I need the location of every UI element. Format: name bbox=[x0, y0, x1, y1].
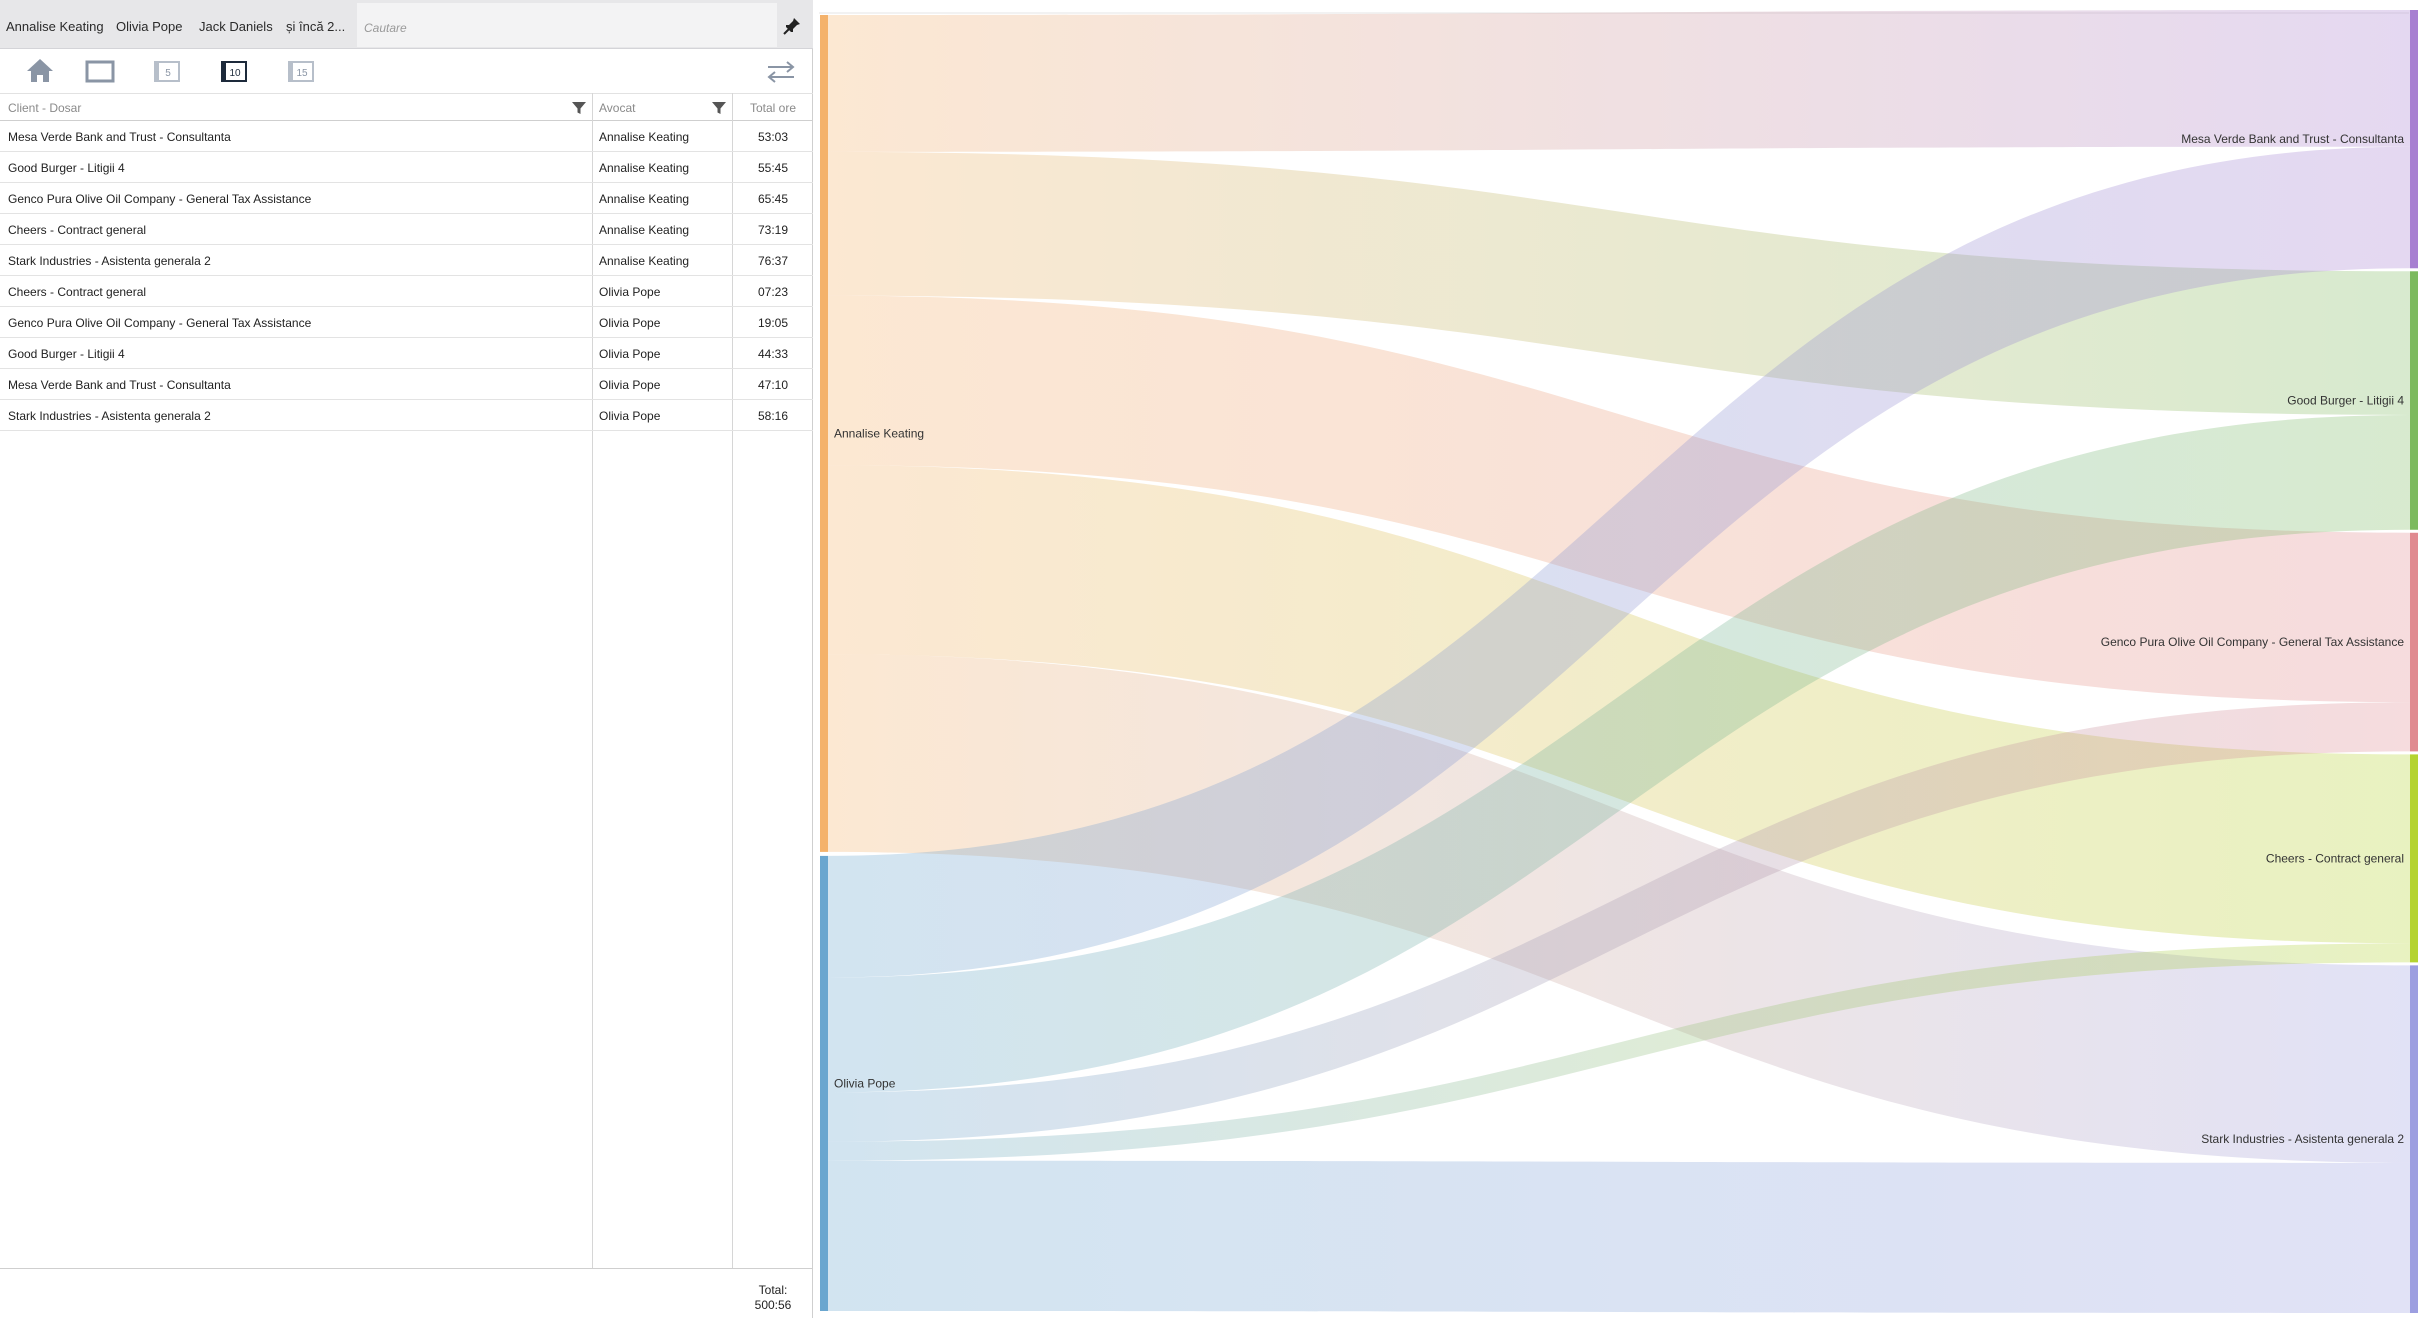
sankey-target-label: Mesa Verde Bank and Trust - Consultanta bbox=[2181, 132, 2404, 146]
total-value: 500:56 bbox=[754, 1298, 792, 1312]
grid-body: Mesa Verde Bank and Trust - Consultanta A… bbox=[0, 121, 813, 431]
table-row[interactable]: Cheers - Contract general Olivia Pope 07:2… bbox=[0, 276, 813, 307]
table-row[interactable]: Good Burger - Litigii 4 Annalise Keating 5… bbox=[0, 152, 813, 183]
cell-lawyer: Olivia Pope bbox=[599, 409, 661, 423]
sankey-target-label: Good Burger - Litigii 4 bbox=[2287, 394, 2404, 408]
table-row[interactable]: Good Burger - Litigii 4 Olivia Pope 44:33 bbox=[0, 338, 813, 369]
cell-hours: 76:37 bbox=[757, 254, 789, 268]
cell-client: Stark Industries - Asistenta generala 2 bbox=[8, 254, 211, 268]
cell-client: Mesa Verde Bank and Trust - Consultanta bbox=[8, 130, 231, 144]
top-5-icon[interactable]: 5 bbox=[150, 55, 184, 87]
sankey-source-node[interactable] bbox=[820, 855, 828, 1311]
cell-hours: 47:10 bbox=[757, 378, 789, 392]
swap-icon[interactable] bbox=[764, 55, 798, 87]
sankey-target-label: Cheers - Contract general bbox=[2266, 851, 2404, 865]
pin-icon[interactable] bbox=[780, 14, 804, 38]
filter-chip-olivia-pope[interactable]: Olivia Pope bbox=[116, 0, 182, 49]
cell-hours: 73:19 bbox=[757, 223, 789, 237]
column-header-lawyer[interactable]: Avocat bbox=[599, 94, 635, 121]
cell-lawyer: Olivia Pope bbox=[599, 347, 661, 361]
table-row[interactable]: Genco Pura Olive Oil Company - General T… bbox=[0, 183, 813, 214]
single-view-icon[interactable] bbox=[83, 55, 117, 87]
grid-footer: Total: 500:56 bbox=[0, 1268, 813, 1318]
cell-client: Stark Industries - Asistenta generala 2 bbox=[8, 409, 211, 423]
cell-client: Good Burger - Litigii 4 bbox=[8, 161, 125, 175]
sankey-source-label: Annalise Keating bbox=[834, 426, 924, 440]
toolbar: 5 10 15 bbox=[0, 49, 813, 94]
grid-header: Client - Dosar Avocat Total ore bbox=[0, 93, 813, 121]
table-row[interactable]: Stark Industries - Asistenta generala 2 O… bbox=[0, 400, 813, 431]
cell-lawyer: Olivia Pope bbox=[599, 378, 661, 392]
sankey-target-node[interactable] bbox=[2410, 965, 2418, 1313]
home-icon[interactable] bbox=[24, 55, 56, 87]
sankey-target-label: Genco Pura Olive Oil Company - General T… bbox=[2101, 635, 2405, 649]
sankey-target-node[interactable] bbox=[2410, 10, 2418, 269]
table-row[interactable]: Mesa Verde Bank and Trust - Consultanta O… bbox=[0, 369, 813, 400]
sankey-link[interactable] bbox=[828, 1160, 2410, 1313]
cell-hours: 07:23 bbox=[757, 285, 789, 299]
cell-client: Genco Pura Olive Oil Company - General T… bbox=[8, 316, 312, 330]
sankey-links bbox=[828, 10, 2410, 1313]
sankey-chart: Annalise Keating Olivia Pope Mesa Verde Ba… bbox=[819, 10, 2418, 1313]
total-hours: Total: 500:56 bbox=[733, 1283, 813, 1313]
sankey-target-node[interactable] bbox=[2410, 271, 2418, 530]
cell-hours: 58:16 bbox=[757, 409, 789, 423]
column-header-hours[interactable]: Total ore bbox=[733, 94, 813, 121]
cell-hours: 53:03 bbox=[757, 130, 789, 144]
total-label: Total: bbox=[758, 1283, 788, 1297]
cell-hours: 65:45 bbox=[757, 192, 789, 206]
cell-lawyer: Annalise Keating bbox=[599, 223, 690, 237]
filter-icon[interactable] bbox=[571, 100, 587, 116]
sankey-target-node[interactable] bbox=[2410, 754, 2418, 963]
sankey-link[interactable] bbox=[828, 10, 2410, 152]
top-5-label: 5 bbox=[165, 68, 171, 79]
table-row[interactable]: Genco Pura Olive Oil Company - General T… bbox=[0, 307, 813, 338]
top-10-icon[interactable]: 10 bbox=[217, 55, 251, 87]
cell-client: Genco Pura Olive Oil Company - General T… bbox=[8, 192, 312, 206]
filter-chip-jack-daniels[interactable]: Jack Daniels bbox=[199, 0, 273, 49]
sankey-target-label: Stark Industries - Asistenta generala 2 bbox=[2201, 1132, 2404, 1146]
table-panel: Annalise Keating Olivia Pope Jack Daniel… bbox=[0, 0, 813, 1318]
sankey-source-label: Olivia Pope bbox=[834, 1076, 896, 1090]
table-row[interactable]: Stark Industries - Asistenta generala 2 A… bbox=[0, 245, 813, 276]
filter-chip-annalise-keating[interactable]: Annalise Keating bbox=[6, 0, 104, 49]
cell-client: Cheers - Contract general bbox=[8, 223, 147, 237]
top-15-icon[interactable]: 15 bbox=[284, 55, 318, 87]
filter-chip-more[interactable]: și încă 2... bbox=[286, 0, 345, 49]
cell-hours: 44:33 bbox=[757, 347, 789, 361]
cell-lawyer: Annalise Keating bbox=[599, 130, 690, 144]
sankey-source-node[interactable] bbox=[820, 15, 828, 852]
cell-client: Good Burger - Litigii 4 bbox=[8, 347, 125, 361]
cell-client: Mesa Verde Bank and Trust - Consultanta bbox=[8, 378, 231, 392]
column-header-client[interactable]: Client - Dosar bbox=[8, 94, 81, 121]
cell-lawyer: Annalise Keating bbox=[599, 254, 690, 268]
filter-icon[interactable] bbox=[711, 100, 727, 116]
table-row[interactable]: Mesa Verde Bank and Trust - Consultanta A… bbox=[0, 121, 813, 152]
cell-hours: 55:45 bbox=[757, 161, 789, 175]
cell-client: Cheers - Contract general bbox=[8, 285, 147, 299]
cell-lawyer: Olivia Pope bbox=[599, 316, 661, 330]
top-15-label: 15 bbox=[296, 68, 308, 79]
top-10-label: 10 bbox=[229, 68, 241, 79]
table-row[interactable]: Cheers - Contract general Annalise Keatin… bbox=[0, 214, 813, 245]
filter-bar: Annalise Keating Olivia Pope Jack Daniel… bbox=[0, 0, 813, 49]
cell-lawyer: Olivia Pope bbox=[599, 285, 661, 299]
cell-hours: 19:05 bbox=[757, 316, 789, 330]
sankey-target-node[interactable] bbox=[2410, 532, 2418, 752]
search-input[interactable]: Cautare bbox=[357, 3, 777, 47]
cell-lawyer: Annalise Keating bbox=[599, 161, 690, 175]
cell-lawyer: Annalise Keating bbox=[599, 192, 690, 206]
search-placeholder: Cautare bbox=[364, 21, 407, 35]
